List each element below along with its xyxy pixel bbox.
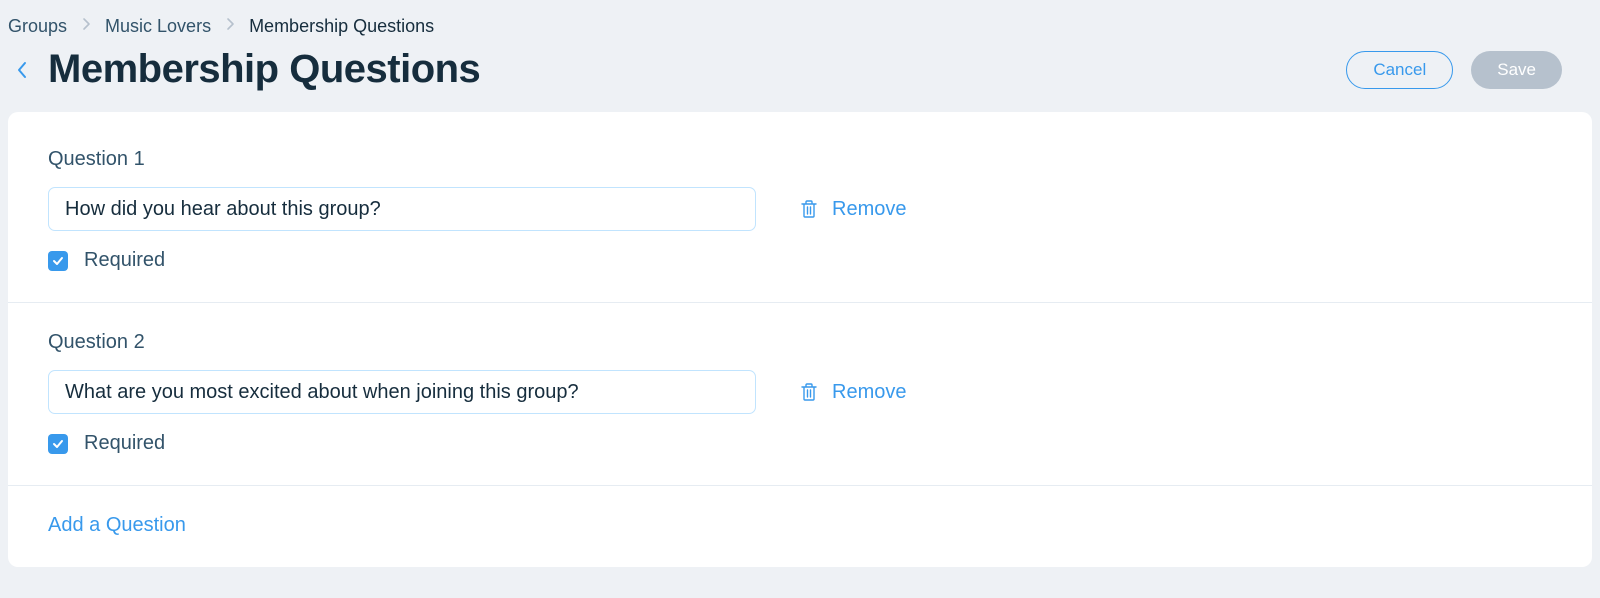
question-input[interactable] <box>48 187 756 231</box>
add-question-button[interactable]: Add a Question <box>8 486 1592 537</box>
breadcrumb-item-groups[interactable]: Groups <box>8 16 67 37</box>
breadcrumb-item-group-name[interactable]: Music Lovers <box>105 16 211 37</box>
chevron-right-icon <box>225 17 235 36</box>
questions-card: Question 1 Remove Required Question 2 <box>8 112 1592 567</box>
question-block: Question 1 Remove Required <box>8 120 1592 303</box>
trash-icon <box>800 382 818 402</box>
question-heading: Question 2 <box>48 331 1552 354</box>
check-icon <box>52 255 64 267</box>
check-icon <box>52 438 64 450</box>
remove-label: Remove <box>832 198 906 221</box>
question-input[interactable] <box>48 370 756 414</box>
page-title: Membership Questions <box>48 47 480 92</box>
chevron-right-icon <box>81 17 91 36</box>
required-checkbox[interactable] <box>48 434 68 454</box>
required-checkbox[interactable] <box>48 251 68 271</box>
question-heading: Question 1 <box>48 148 1552 171</box>
required-label: Required <box>84 432 165 455</box>
remove-label: Remove <box>832 381 906 404</box>
remove-question-button[interactable]: Remove <box>800 198 906 221</box>
trash-icon <box>800 199 818 219</box>
header-actions: Cancel Save <box>1346 51 1592 89</box>
required-label: Required <box>84 249 165 272</box>
cancel-button[interactable]: Cancel <box>1346 51 1453 89</box>
breadcrumb: Groups Music Lovers Membership Questions <box>0 0 1600 37</box>
page-header: Membership Questions Cancel Save <box>0 37 1600 112</box>
question-block: Question 2 Remove Required <box>8 303 1592 486</box>
save-button[interactable]: Save <box>1471 51 1562 89</box>
remove-question-button[interactable]: Remove <box>800 381 906 404</box>
breadcrumb-item-current: Membership Questions <box>249 16 434 37</box>
chevron-left-icon <box>15 59 29 81</box>
back-button[interactable] <box>8 56 36 84</box>
